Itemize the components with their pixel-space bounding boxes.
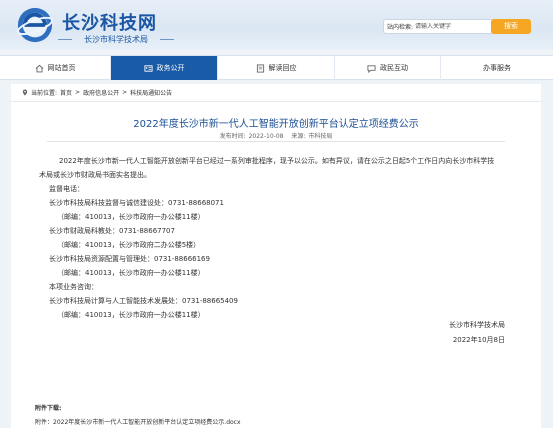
article-paragraph: 长沙市科技局计算与人工智能技术发展处：0731-88665409	[49, 297, 238, 305]
article-paragraph: （邮编：410013，长沙市政府二办公楼5楼）	[57, 241, 201, 249]
sign-date: 2022年10月8日	[452, 336, 505, 344]
article-body: 2022年度长沙市新一代人工智能开放创新平台已经过一系列审批程序，现予以公示。如…	[39, 154, 509, 322]
breadcrumb-prefix: 当前位置:	[31, 90, 58, 97]
article-paragraph: 长沙市财政局科教处：0731-88667707	[49, 227, 175, 235]
breadcrumb-separator: >	[122, 89, 128, 96]
search-button[interactable]: 搜索	[491, 19, 531, 34]
source: 市科技局	[308, 133, 333, 140]
attachment-item: 附件：2022年度长沙市新一代人工智能开放创新平台认定立项经费公示.docx	[35, 417, 241, 426]
main-nav: 网站首页 政务公开 解读回应 政民互动 办事服务	[0, 55, 553, 80]
article-paragraph: 监督电话：	[49, 185, 84, 193]
nav-item-label: 政务公开	[156, 64, 185, 72]
nav-item-label: 网站首页	[47, 64, 76, 72]
attachments-title: 附件下载:	[35, 405, 62, 412]
nav-item-gov-affairs[interactable]: 政务公开	[111, 56, 218, 80]
document-icon	[256, 63, 264, 73]
search-input[interactable]	[415, 23, 476, 30]
article-paragraph: 本项业务咨询：	[49, 283, 98, 291]
breadcrumb-item-home[interactable]: 首页	[60, 88, 72, 97]
article-paragraph: 长沙市科技局科技监督与诚信建设处：0731-88668071	[49, 199, 224, 207]
nav-item-home[interactable]: 网站首页	[0, 56, 111, 80]
site-subtitle: 长沙市科学技术局	[58, 34, 174, 45]
article-meta: 发布时间: 2022-10-08 来源: 市科技局	[11, 131, 541, 140]
nav-item-label: 政民互动	[380, 64, 408, 72]
signer: 长沙市科学技术局	[449, 321, 505, 329]
nav-item-interpretation[interactable]: 解读回应	[218, 56, 335, 80]
breadcrumb: 当前位置: 首页 > 政府信息公开 > 科技局通知公告	[22, 88, 172, 97]
attachment-link[interactable]: 2022年度长沙市新一代人工智能开放创新平台认定立项经费公示.docx	[53, 419, 241, 426]
divider	[47, 141, 505, 142]
chat-icon	[367, 64, 376, 73]
article-title: 2022年度长沙市新一代人工智能开放创新平台认定立项经费公示	[133, 119, 419, 130]
publish-time-label: 发布时间:	[219, 133, 246, 140]
breadcrumb-item-notice[interactable]: 科技局通知公告	[130, 88, 172, 97]
site-title[interactable]: 长沙科技网	[62, 9, 157, 35]
search-label: 站内检索:	[387, 24, 414, 31]
site-header: 长沙科技网 长沙市科学技术局 站内检索: 搜索	[0, 0, 553, 50]
publish-time: 2022-10-08	[248, 133, 284, 140]
nav-item-services[interactable]: 办事服务	[441, 56, 553, 80]
article-paragraph: （邮编：410013，长沙市政府一办公楼11楼）	[57, 213, 205, 221]
article-paragraph: （邮编：410013，长沙市政府一办公楼11楼）	[57, 269, 205, 277]
divider	[11, 101, 541, 102]
breadcrumb-separator: >	[75, 89, 81, 96]
breadcrumb-item-info[interactable]: 政府信息公开	[83, 88, 119, 97]
search-box: 站内检索:	[383, 19, 493, 34]
nav-item-label: 办事服务	[483, 64, 511, 72]
home-icon	[35, 64, 43, 72]
source-label: 来源:	[291, 133, 306, 140]
id-card-icon	[143, 64, 153, 72]
article-paragraph: （邮编：410013，长沙市政府一办公楼11楼）	[57, 311, 205, 319]
article-paragraph: 2022年度长沙市新一代人工智能开放创新平台已经过一系列审批程序，现予以公示。如…	[59, 157, 495, 165]
article-paragraph: 长沙市科技局资源配置与管理处：0731-88666169	[49, 255, 210, 263]
content-panel: 当前位置: 首页 > 政府信息公开 > 科技局通知公告 2022年度长沙市新一代…	[11, 84, 541, 428]
article-paragraph: 术局或长沙市财政局书面实名提出。	[39, 171, 151, 179]
nav-item-interaction[interactable]: 政民互动	[335, 56, 441, 80]
attachment-prefix: 附件：	[35, 419, 54, 426]
location-pin-icon	[22, 89, 28, 96]
nav-item-label: 解读回应	[268, 64, 297, 72]
site-logo-icon[interactable]	[16, 6, 54, 44]
